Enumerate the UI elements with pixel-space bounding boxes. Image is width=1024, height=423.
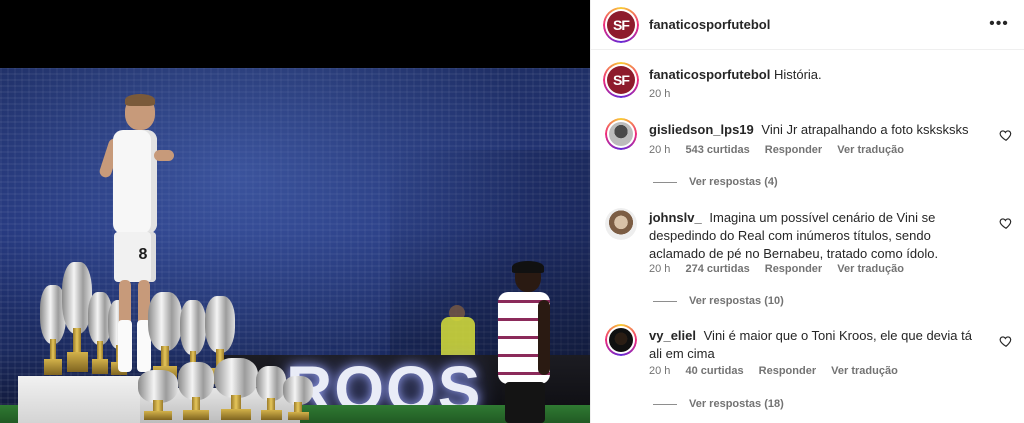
- comment-username[interactable]: vy_eliel: [649, 328, 696, 343]
- trophy-icon: [138, 370, 178, 420]
- replies-divider: [653, 181, 677, 183]
- comment-meta: 20 h 274 curtidas Responder Ver tradução: [649, 263, 916, 275]
- commenter-avatar[interactable]: [605, 208, 637, 240]
- comment-username[interactable]: gisliedson_lps19: [649, 122, 754, 137]
- translate-button[interactable]: Ver tradução: [837, 263, 904, 275]
- replies-divider: [653, 403, 677, 405]
- sf-logo: SF: [607, 66, 635, 94]
- comment-meta: 20 h 40 curtidas Responder Ver tradução: [649, 365, 910, 377]
- trophy-icon: [178, 362, 214, 420]
- trophy-podium: [18, 376, 148, 423]
- translate-button[interactable]: Ver tradução: [831, 365, 898, 377]
- heart-icon[interactable]: [999, 216, 1013, 230]
- trophy-icon: [283, 376, 313, 420]
- comment-time[interactable]: 20 h: [649, 144, 670, 156]
- post-header: SF fanaticosporfutebol •••: [591, 0, 1024, 50]
- caption-timestamp[interactable]: 20 h: [649, 88, 670, 100]
- player-arm-right: [154, 150, 174, 161]
- trophy-icon: [214, 358, 258, 420]
- comment-text: Vini é maior que o Toni Kroos, ele que d…: [649, 328, 972, 361]
- caption-avatar[interactable]: SF: [603, 62, 639, 98]
- figure-legs: [505, 382, 545, 423]
- comment-likes[interactable]: 274 curtidas: [685, 263, 749, 275]
- view-replies-button[interactable]: Ver respostas (18): [653, 398, 784, 410]
- replies-divider: [653, 300, 677, 302]
- more-options-icon[interactable]: •••: [987, 12, 1011, 36]
- player-jersey: [113, 130, 157, 234]
- trophy-icon: [256, 366, 286, 420]
- comment-body: johnslv_ Imagina um possível cenário de …: [649, 209, 979, 263]
- view-replies-button[interactable]: Ver respostas (4): [653, 176, 778, 188]
- caption-username[interactable]: fanaticosporfutebol: [649, 67, 770, 82]
- reply-button[interactable]: Responder: [759, 365, 816, 377]
- comment-item: gisliedson_lps19 Vini Jr atrapalhando a …: [591, 118, 1024, 198]
- figure-cap: [512, 261, 544, 273]
- heart-icon[interactable]: [999, 128, 1013, 142]
- comment-item: vy_eliel Vini é maior que o Toni Kroos, …: [591, 324, 1024, 423]
- comment-time[interactable]: 20 h: [649, 365, 670, 377]
- comment-username[interactable]: johnslv_: [649, 210, 702, 225]
- comment-likes[interactable]: 40 curtidas: [685, 365, 743, 377]
- reply-button[interactable]: Responder: [765, 144, 822, 156]
- stands-shadow: [390, 150, 590, 370]
- view-replies-label: Ver respostas (4): [689, 176, 778, 188]
- commenter-avatar[interactable]: [605, 118, 637, 150]
- comment-time[interactable]: 20 h: [649, 263, 670, 275]
- caption-text: História.: [773, 67, 822, 82]
- comment-body: vy_eliel Vini é maior que o Toni Kroos, …: [649, 327, 979, 363]
- comments-panel: SF fanaticosporfutebol ••• SF fanaticosp…: [590, 0, 1024, 423]
- comment-likes[interactable]: 543 curtidas: [685, 144, 749, 156]
- player-sock-left: [118, 320, 132, 372]
- trophy-icon: [148, 292, 182, 382]
- reply-button[interactable]: Responder: [765, 263, 822, 275]
- figure-arm: [538, 300, 550, 375]
- shirt-number: 8: [138, 246, 148, 263]
- heart-icon[interactable]: [999, 334, 1013, 348]
- view-replies-label: Ver respostas (18): [689, 398, 784, 410]
- view-replies-button[interactable]: Ver respostas (10): [653, 295, 784, 307]
- comment-body: gisliedson_lps19 Vini Jr atrapalhando a …: [649, 121, 979, 139]
- commenter-avatar[interactable]: [605, 324, 637, 356]
- comment-item: johnslv_ Imagina um possível cenário de …: [591, 208, 1024, 308]
- comment-meta: 20 h 543 curtidas Responder Ver tradução: [649, 144, 916, 156]
- player-hair: [125, 94, 155, 106]
- author-avatar[interactable]: SF: [603, 7, 639, 43]
- post-photo[interactable]: ROOS 8: [0, 0, 590, 423]
- translate-button[interactable]: Ver tradução: [837, 144, 904, 156]
- post-caption: SF fanaticosporfutebol História. 20 h: [591, 60, 1024, 108]
- comment-text: Vini Jr atrapalhando a foto ksksksks: [761, 122, 969, 137]
- sf-logo: SF: [607, 11, 635, 39]
- author-username[interactable]: fanaticosporfutebol: [649, 17, 770, 32]
- view-replies-label: Ver respostas (10): [689, 295, 784, 307]
